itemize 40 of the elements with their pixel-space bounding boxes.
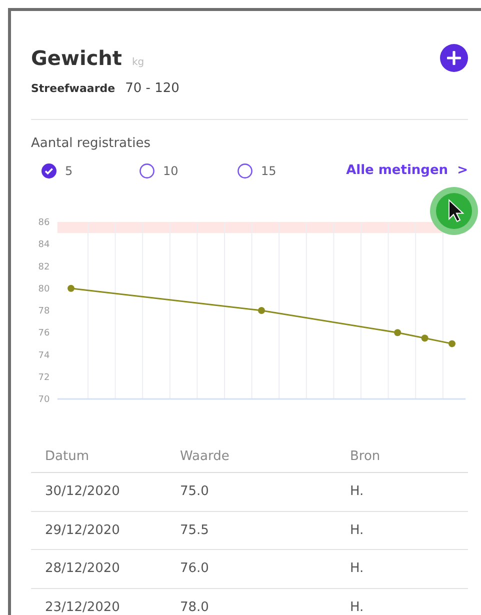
data-point <box>68 284 74 292</box>
column-header: Waarde <box>166 446 336 472</box>
axis-tick-label: 76 <box>38 328 50 338</box>
axis-tick-label: 72 <box>38 372 50 382</box>
table-cell: 75.5 <box>166 511 336 550</box>
axis-tick-label: 80 <box>38 284 50 294</box>
section-label: Aantal registraties <box>31 134 152 152</box>
table-cell: 29/12/2020 <box>31 511 166 550</box>
table-cell: H. <box>336 511 468 550</box>
radio-option[interactable]: 5 <box>41 162 139 180</box>
radio-option[interactable]: 10 <box>139 162 237 180</box>
table-cell: 76.0 <box>166 550 336 588</box>
table-cell: 78.0 <box>166 588 336 615</box>
unit-label: kg <box>132 56 144 70</box>
all-measurements-link[interactable]: Alle metingen > <box>346 161 468 180</box>
table-cell: 23/12/2020 <box>31 588 166 615</box>
data-point <box>421 334 428 342</box>
table-cell: 28/12/2020 <box>31 550 166 588</box>
data-point <box>394 328 402 336</box>
data-point <box>448 340 456 347</box>
plus-icon <box>447 51 461 65</box>
column-header: Datum <box>31 446 166 472</box>
axis-tick-label: 82 <box>38 262 50 272</box>
axis-tick-label: 84 <box>38 240 50 250</box>
radio-option[interactable]: 15 <box>237 162 335 180</box>
axis-tick-label: 78 <box>38 306 50 316</box>
target-value: 70 - 120 <box>125 80 180 98</box>
add-button[interactable] <box>440 44 468 72</box>
axis-tick-label: 74 <box>38 350 50 360</box>
target-label: Streefwaarde <box>31 81 116 97</box>
card-title: Gewicht <box>31 45 122 72</box>
table-cell: H. <box>336 472 468 511</box>
axis-tick-label: 86 <box>38 218 50 228</box>
table-cell: 75.0 <box>166 472 336 511</box>
table-cell: H. <box>336 550 468 588</box>
table-cell: H. <box>336 588 468 615</box>
table-cell: 30/12/2020 <box>31 472 166 511</box>
column-header: Bron <box>336 446 468 472</box>
axis-tick-label: 70 <box>38 394 50 404</box>
data-point <box>258 306 265 314</box>
